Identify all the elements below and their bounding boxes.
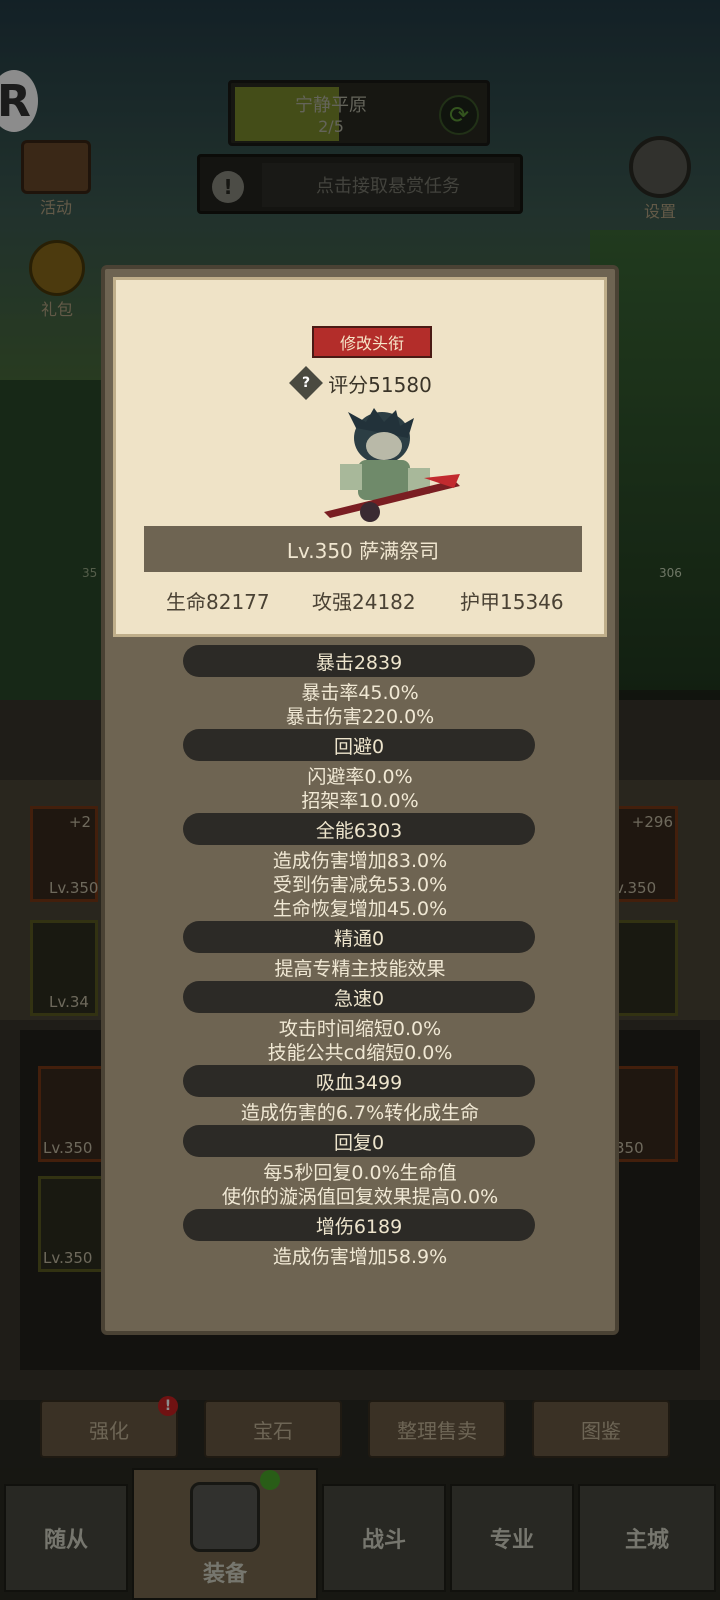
- attr-sub: 提高专精主技能效果: [274, 958, 446, 980]
- attr-sub: 造成伤害的6.7%转化成生命: [240, 1102, 480, 1124]
- attr-head-crit: 暴击2839: [183, 645, 535, 677]
- edit-title-button[interactable]: 修改头衔: [312, 326, 432, 358]
- score-text: 评分51580: [328, 372, 432, 397]
- attr-head-avoid: 回避0: [183, 729, 535, 761]
- attr-sub: 造成伤害增加83.0%: [272, 850, 448, 872]
- attr-sub: 造成伤害增加58.9%: [272, 1246, 448, 1268]
- attr-sub: 使你的漩涡值回复效果提高0.0%: [221, 1186, 499, 1208]
- attr-head-lifesteal: 吸血3499: [183, 1065, 535, 1097]
- hero-name-banner: Lv.350 萨满祭司: [144, 526, 582, 572]
- hero-name: Lv.350 萨满祭司: [286, 538, 440, 563]
- attr-head-haste: 急速0: [183, 981, 535, 1013]
- attr-sub: 招架率10.0%: [301, 790, 419, 812]
- attr-sub: 暴击伤害220.0%: [285, 706, 435, 728]
- armor-stat: 护甲15346: [460, 590, 564, 614]
- attr-sub: 闪避率0.0%: [307, 766, 413, 788]
- attr-sub: 生命恢复增加45.0%: [272, 898, 448, 920]
- attr-head-mastery: 精通0: [183, 921, 535, 953]
- shaman-character-icon: [324, 408, 460, 522]
- basic-stats-row: 生命82177 攻强24182 护甲15346: [116, 586, 610, 616]
- hero-avatar: [304, 408, 464, 528]
- attr-head-regen: 回复0: [183, 1125, 535, 1157]
- attr-sub: 受到伤害减免53.0%: [272, 874, 448, 896]
- attack-stat: 攻强24182: [312, 590, 416, 614]
- attr-head-damage-bonus: 增伤6189: [183, 1209, 535, 1241]
- attr-sub: 攻击时间缩短0.0%: [278, 1018, 442, 1040]
- attr-sub: 暴击率45.0%: [301, 682, 419, 704]
- score-row: ? 评分51580: [116, 366, 610, 400]
- attr-sub: 每5秒回复0.0%生命值: [263, 1162, 457, 1184]
- attr-head-versatility: 全能6303: [183, 813, 535, 845]
- attr-sub: 技能公共cd缩短0.0%: [267, 1042, 453, 1064]
- edit-title-label: 修改头衔: [339, 334, 404, 353]
- help-icon[interactable]: ?: [289, 366, 324, 400]
- hero-stats-dialog: 修改头衔 ? 评分51580 Lv.350 萨满祭司 生命82177 攻强241…: [101, 265, 619, 1335]
- hero-profile-card: 修改头衔 ? 评分51580 Lv.350 萨满祭司 生命82177 攻强241…: [113, 277, 607, 637]
- hp-stat: 生命82177: [166, 590, 270, 614]
